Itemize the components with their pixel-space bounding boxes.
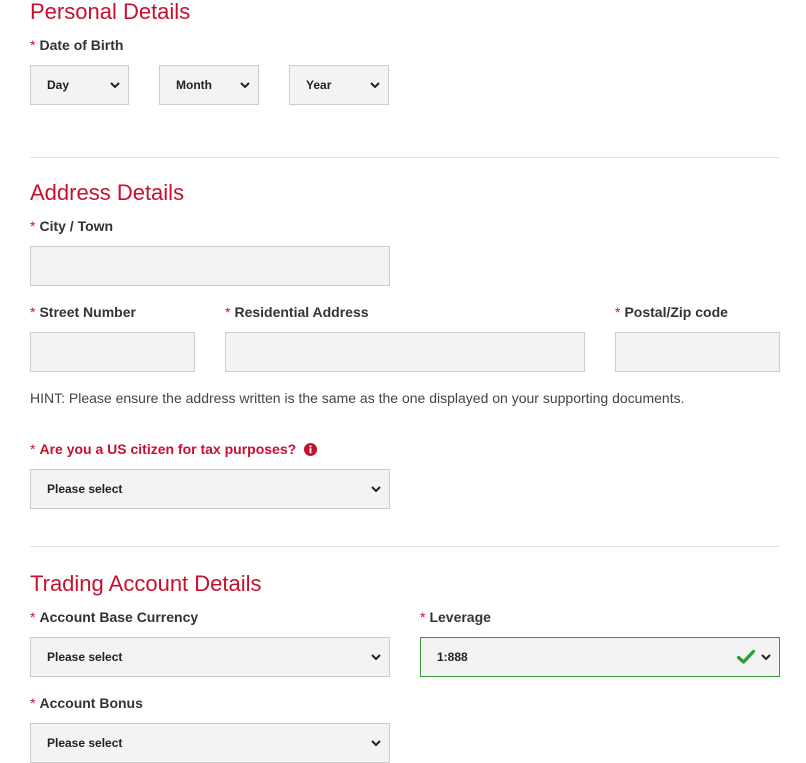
day-select[interactable]: Day: [30, 65, 129, 105]
leverage-select[interactable]: 1:888: [420, 637, 780, 677]
info-icon[interactable]: [304, 443, 318, 459]
bonus-select-value: Please select: [47, 736, 123, 750]
city-label-text: City / Town: [39, 218, 114, 234]
address-hint: HINT: Please ensure the address written …: [30, 390, 685, 406]
us-citizen-label: * Are you a US citizen for tax purposes?: [30, 441, 318, 459]
chevron-down-icon: [761, 652, 771, 662]
month-select-value: Month: [176, 78, 212, 92]
residential-address-label-text: Residential Address: [234, 304, 369, 320]
leverage-select-value: 1:888: [437, 650, 468, 664]
dob-label-text: Date of Birth: [39, 37, 124, 53]
chevron-down-icon: [370, 80, 380, 90]
postal-code-input[interactable]: [615, 332, 780, 372]
required-marker: *: [420, 609, 426, 625]
required-marker: *: [30, 304, 36, 320]
section-divider: [30, 157, 780, 158]
required-marker: *: [30, 218, 36, 234]
postal-code-label-text: Postal/Zip code: [624, 304, 728, 320]
required-marker: *: [30, 37, 36, 53]
required-marker: *: [30, 695, 36, 711]
month-select[interactable]: Month: [159, 65, 259, 105]
chevron-down-icon: [371, 738, 381, 748]
chevron-down-icon: [110, 80, 120, 90]
required-marker: *: [30, 441, 36, 457]
chevron-down-icon: [371, 652, 381, 662]
street-number-label-text: Street Number: [39, 304, 136, 320]
us-citizen-select[interactable]: Please select: [30, 469, 390, 509]
personal-details-heading: Personal Details: [30, 0, 191, 24]
year-select-value: Year: [306, 78, 332, 92]
bonus-label-text: Account Bonus: [39, 695, 143, 711]
residential-address-label: * Residential Address: [225, 304, 369, 320]
bonus-label: * Account Bonus: [30, 695, 143, 711]
leverage-label: * Leverage: [420, 609, 491, 625]
trading-account-heading: Trading Account Details: [30, 571, 262, 596]
currency-select[interactable]: Please select: [30, 637, 390, 677]
checkmark-icon: [736, 649, 756, 665]
currency-label: * Account Base Currency: [30, 609, 198, 625]
required-marker: *: [615, 304, 621, 320]
address-details-heading: Address Details: [30, 180, 185, 205]
bonus-select[interactable]: Please select: [30, 723, 390, 763]
chevron-down-icon: [240, 80, 250, 90]
street-number-label: * Street Number: [30, 304, 136, 320]
required-marker: *: [30, 609, 36, 625]
currency-label-text: Account Base Currency: [39, 609, 199, 625]
residential-address-input[interactable]: [225, 332, 585, 372]
leverage-label-text: Leverage: [429, 609, 491, 625]
dob-label: * Date of Birth: [30, 37, 123, 53]
section-divider: [30, 546, 780, 547]
postal-code-label: * Postal/Zip code: [615, 304, 728, 320]
us-citizen-label-text: Are you a US citizen for tax purposes?: [39, 441, 297, 457]
city-label: * City / Town: [30, 218, 113, 234]
street-number-input[interactable]: [30, 332, 195, 372]
day-select-value: Day: [47, 78, 70, 92]
required-marker: *: [225, 304, 231, 320]
chevron-down-icon: [371, 484, 381, 494]
city-input[interactable]: [30, 246, 390, 286]
currency-select-value: Please select: [47, 650, 123, 664]
year-select[interactable]: Year: [289, 65, 389, 105]
us-citizen-select-value: Please select: [47, 482, 123, 496]
